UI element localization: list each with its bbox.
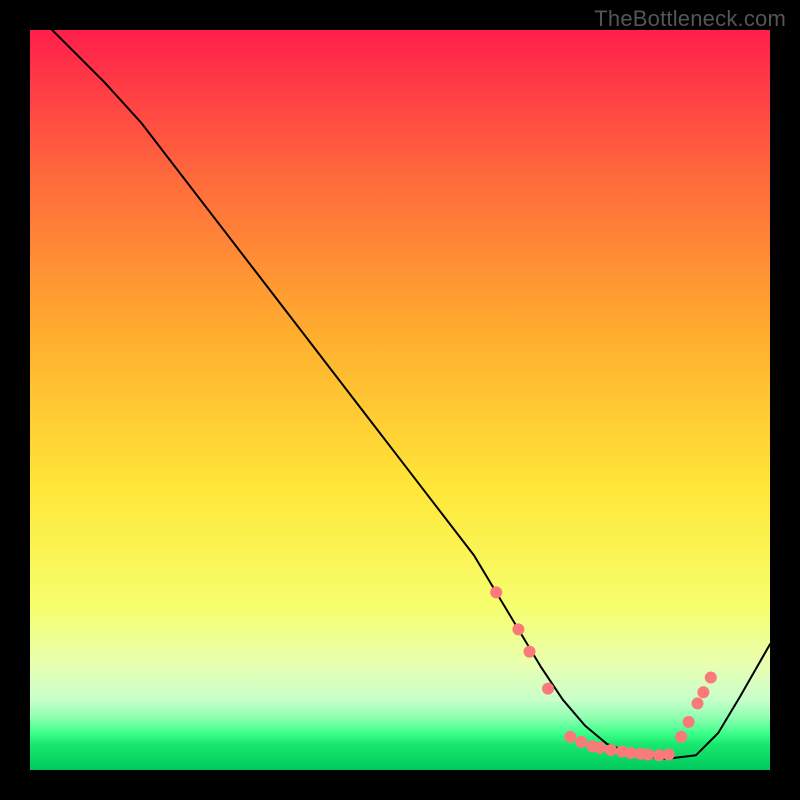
highlight-marker bbox=[575, 736, 587, 748]
plot-background bbox=[30, 30, 770, 770]
highlight-marker bbox=[564, 731, 576, 743]
bottleneck-chart bbox=[0, 0, 800, 800]
highlight-marker bbox=[683, 716, 695, 728]
highlight-marker bbox=[675, 731, 687, 743]
highlight-marker bbox=[490, 586, 502, 598]
highlight-marker bbox=[692, 697, 704, 709]
highlight-marker bbox=[524, 646, 536, 658]
highlight-marker bbox=[542, 683, 554, 695]
highlight-marker bbox=[594, 742, 606, 754]
highlight-marker bbox=[642, 749, 654, 761]
highlight-marker bbox=[512, 623, 524, 635]
highlight-marker bbox=[705, 672, 717, 684]
watermark-text: TheBottleneck.com bbox=[594, 6, 786, 32]
highlight-marker bbox=[605, 744, 617, 756]
highlight-marker bbox=[697, 686, 709, 698]
chart-frame: TheBottleneck.com bbox=[0, 0, 800, 800]
highlight-marker bbox=[663, 749, 675, 761]
